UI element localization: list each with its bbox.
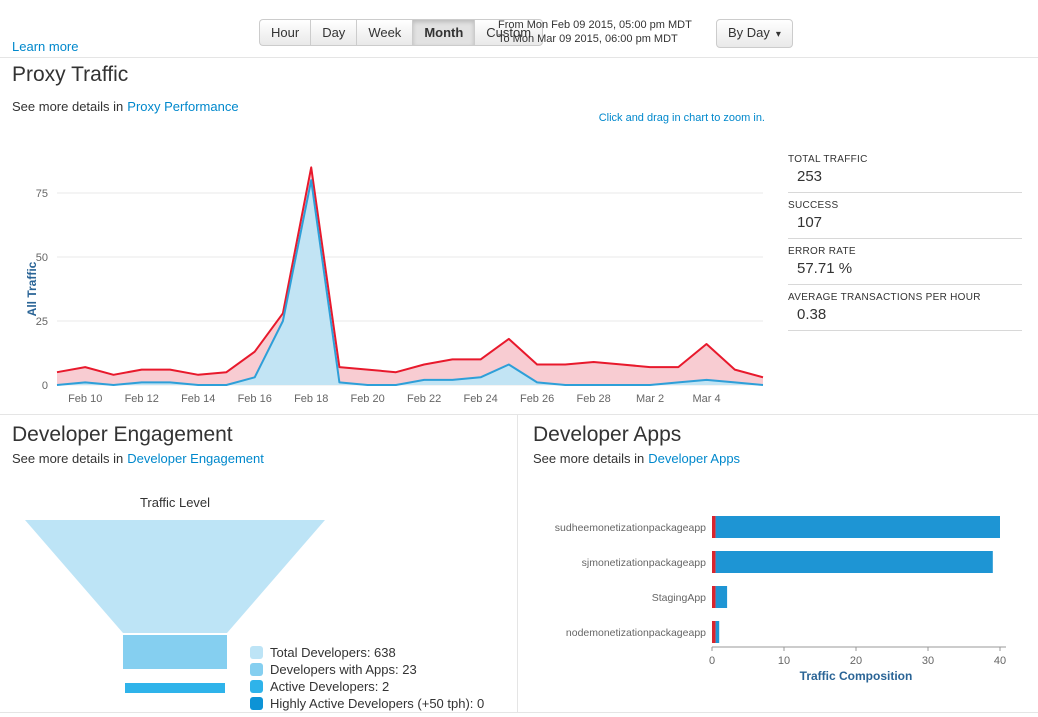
- bar-category-label: sudheemonetizationpackageapp: [555, 522, 706, 534]
- developer-engagement-title: Developer Engagement: [12, 423, 233, 447]
- stat-label: ERROR RATE: [788, 246, 1022, 257]
- x-axis-label: Traffic Composition: [800, 669, 913, 683]
- stat-label: SUCCESS: [788, 200, 1022, 211]
- proxy-traffic-title: Proxy Traffic: [12, 63, 128, 87]
- x-tick-label: Feb 12: [125, 393, 159, 405]
- divider: [0, 57, 1038, 58]
- y-axis-label: All Traffic: [25, 261, 39, 316]
- y-tick-label: 0: [42, 380, 48, 392]
- bar-segment: [712, 621, 716, 643]
- divider: [517, 414, 518, 713]
- developer-engagement-details: See more details in Developer Engagement: [12, 451, 264, 466]
- date-range: From Mon Feb 09 2015, 05:00 pm MDT To Mo…: [498, 18, 692, 46]
- legend-swatch-icon: [250, 697, 263, 710]
- stat-error-rate: ERROR RATE 57.71 %: [788, 246, 1022, 285]
- legend-item: Total Developers: 638: [250, 644, 484, 661]
- divider: [0, 712, 1038, 713]
- analytics-dashboard: Learn more Hour Day Week Month Custom Fr…: [0, 0, 1038, 717]
- x-tick-label: Feb 24: [463, 393, 497, 405]
- legend-label: Total Developers: 638: [270, 645, 396, 660]
- bar-segment: [716, 516, 1000, 538]
- bar-segment: [712, 586, 716, 608]
- x-tick-label: 0: [709, 655, 715, 667]
- funnel-legend: Total Developers: 638 Developers with App…: [250, 644, 484, 712]
- bar-category-label: StagingApp: [652, 592, 706, 604]
- legend-label: Active Developers: 2: [270, 679, 389, 694]
- x-tick-label: Feb 18: [294, 393, 328, 405]
- x-tick-label: Feb 10: [68, 393, 102, 405]
- stat-label: AVERAGE TRANSACTIONS PER HOUR: [788, 292, 1022, 303]
- legend-label: Highly Active Developers (+50 tph): 0: [270, 696, 484, 711]
- x-tick-label: Feb 28: [576, 393, 610, 405]
- bar-segment: [712, 516, 716, 538]
- range-day-button[interactable]: Day: [310, 19, 356, 46]
- legend-label: Developers with Apps: 23: [270, 662, 417, 677]
- bar-segment: [712, 551, 716, 573]
- developer-apps-title: Developer Apps: [533, 423, 681, 447]
- stat-total-traffic: TOTAL TRAFFIC 253: [788, 154, 1022, 193]
- developer-apps-chart: sudheemonetizationpackageapp sjmonetizati…: [540, 505, 1035, 695]
- funnel-segment: [25, 520, 325, 633]
- x-tick-label: Mar 2: [636, 393, 664, 405]
- funnel-segment: [125, 683, 225, 693]
- range-hour-button[interactable]: Hour: [259, 19, 310, 46]
- series-area: [57, 167, 763, 385]
- developer-apps-details: See more details in Developer Apps: [533, 451, 740, 466]
- developer-engagement-link[interactable]: Developer Engagement: [127, 451, 264, 466]
- range-month-button[interactable]: Month: [412, 19, 474, 46]
- x-tick-label: 20: [850, 655, 862, 667]
- proxy-traffic-chart[interactable]: 0255075Feb 10Feb 12Feb 14Feb 16Feb 18Feb…: [0, 135, 780, 415]
- x-tick-label: Feb 22: [407, 393, 441, 405]
- group-by-label: By Day: [728, 25, 770, 40]
- developer-apps-link[interactable]: Developer Apps: [648, 451, 740, 466]
- legend-item: Highly Active Developers (+50 tph): 0: [250, 695, 484, 712]
- divider: [0, 414, 1038, 415]
- learn-more-link[interactable]: Learn more: [12, 39, 78, 54]
- legend-swatch-icon: [250, 663, 263, 676]
- x-tick-label: Mar 4: [692, 393, 720, 405]
- proxy-traffic-details: See more details in Proxy Performance: [12, 99, 239, 114]
- x-tick-label: 40: [994, 655, 1006, 667]
- x-tick-label: 10: [778, 655, 790, 667]
- details-prefix: See more details in: [533, 451, 644, 466]
- stat-value: 57.71 %: [788, 260, 1022, 277]
- x-tick-label: Feb 20: [350, 393, 384, 405]
- funnel-chart-title: Traffic Level: [10, 495, 340, 510]
- series-area: [57, 180, 763, 385]
- x-tick-label: Feb 26: [520, 393, 554, 405]
- bar-category-label: sjmonetizationpackageapp: [582, 557, 706, 569]
- range-week-button[interactable]: Week: [356, 19, 412, 46]
- details-prefix: See more details in: [12, 451, 123, 466]
- x-tick-label: 30: [922, 655, 934, 667]
- stat-value: 107: [788, 214, 1022, 231]
- x-tick-label: Feb 14: [181, 393, 215, 405]
- caret-down-icon: ▾: [776, 27, 781, 42]
- stat-label: TOTAL TRAFFIC: [788, 154, 1022, 165]
- legend-swatch-icon: [250, 646, 263, 659]
- proxy-performance-link[interactable]: Proxy Performance: [127, 99, 238, 114]
- y-tick-label: 25: [36, 316, 48, 328]
- traffic-stats-panel: TOTAL TRAFFIC 253 SUCCESS 107 ERROR RATE…: [788, 154, 1022, 338]
- stat-success: SUCCESS 107: [788, 200, 1022, 239]
- details-prefix: See more details in: [12, 99, 123, 114]
- stat-value: 0.38: [788, 306, 1022, 323]
- group-by-dropdown[interactable]: By Day ▾: [716, 19, 793, 48]
- funnel-segment: [123, 635, 227, 669]
- series-line: [57, 167, 763, 377]
- bar-segment: [716, 621, 720, 643]
- stat-value: 253: [788, 168, 1022, 185]
- bar-segment: [716, 586, 728, 608]
- date-from-label: From Mon Feb 09 2015, 05:00 pm MDT: [498, 18, 692, 32]
- date-to-label: To Mon Mar 09 2015, 06:00 pm MDT: [498, 32, 692, 46]
- bar-category-label: nodemonetizationpackageapp: [566, 627, 706, 639]
- zoom-hint: Click and drag in chart to zoom in.: [520, 112, 765, 124]
- y-tick-label: 75: [36, 188, 48, 200]
- x-tick-label: Feb 16: [238, 393, 272, 405]
- legend-item: Developers with Apps: 23: [250, 661, 484, 678]
- bar-segment: [716, 551, 993, 573]
- stat-avg-tph: AVERAGE TRANSACTIONS PER HOUR 0.38: [788, 292, 1022, 331]
- series-line: [57, 180, 763, 385]
- legend-item: Active Developers: 2: [250, 678, 484, 695]
- legend-swatch-icon: [250, 680, 263, 693]
